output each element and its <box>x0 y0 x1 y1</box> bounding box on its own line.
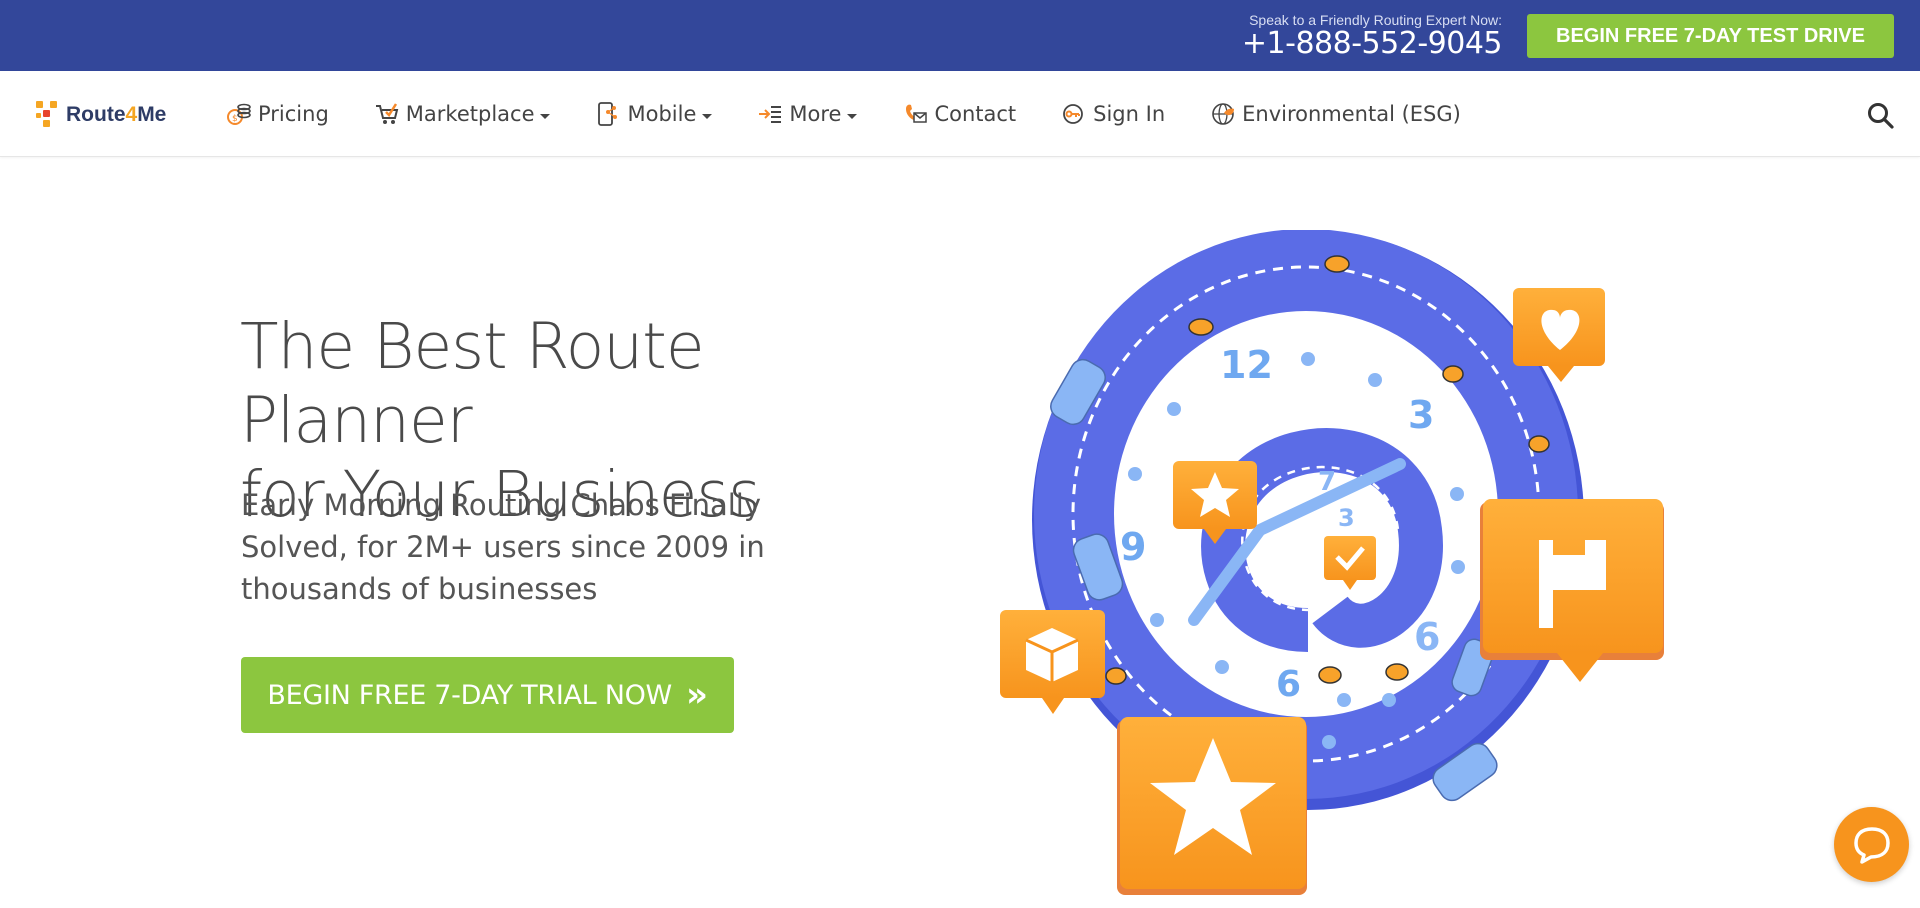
globe-icon <box>1209 100 1237 128</box>
chevron-down-icon <box>702 113 713 119</box>
cart-icon <box>373 100 401 128</box>
hero-illustration: 12 3 9 6 7 3 6 <box>990 229 1690 903</box>
nav-pricing[interactable]: $ Pricing <box>225 100 329 128</box>
phone-number[interactable]: +1-888-552-9045 <box>1242 26 1503 61</box>
key-icon <box>1060 100 1088 128</box>
nav-label: Contact <box>934 102 1017 126</box>
nav-marketplace[interactable]: Marketplace <box>373 100 551 128</box>
nav-label: Pricing <box>258 102 329 126</box>
nav-label: Environmental (ESG) <box>1242 102 1461 126</box>
svg-text:$: $ <box>232 114 238 124</box>
clock-number-6: 6 <box>1276 664 1301 705</box>
svg-text:6: 6 <box>1414 615 1440 659</box>
mobile-icon <box>594 100 622 128</box>
clock-number-9: 9 <box>1120 525 1146 569</box>
nav-environmental[interactable]: Environmental (ESG) <box>1209 100 1461 128</box>
chevron-down-icon <box>540 113 551 119</box>
logo-text: Route4Me <box>66 103 167 126</box>
begin-trial-label: BEGIN FREE 7-DAY TRIAL NOW <box>267 679 672 711</box>
nav-label: Marketplace <box>405 102 535 126</box>
logo-mark-icon <box>34 99 62 131</box>
hero-subtitle: Early Morning Routing Chaos Finally Solv… <box>241 488 765 606</box>
coins-icon: $ <box>225 100 253 128</box>
nav-label: More <box>789 102 842 126</box>
chevron-down-icon <box>847 113 858 119</box>
nav-more[interactable]: More <box>756 100 858 128</box>
phone-mail-icon <box>901 100 929 128</box>
nav-label: Sign In <box>1093 102 1166 126</box>
test-drive-button[interactable]: BEGIN FREE 7-DAY TEST DRIVE <box>1527 14 1894 58</box>
begin-trial-button[interactable]: BEGIN FREE 7-DAY TRIAL NOW » <box>241 657 734 733</box>
list-icon <box>756 100 784 128</box>
search-icon[interactable] <box>1866 101 1896 131</box>
logo[interactable]: Route4Me <box>34 99 166 131</box>
nav-label: Mobile <box>627 102 697 126</box>
main-nav: Route4Me $ Pricing Marketplace Mobile Mo… <box>0 71 1920 157</box>
chat-button[interactable] <box>1834 807 1909 882</box>
chat-bubble-icon <box>1853 826 1890 864</box>
top-bar: Speak to a Friendly Routing Expert Now: … <box>0 0 1920 71</box>
double-chevron-right-icon: » <box>685 675 708 715</box>
clock-number-3: 3 <box>1408 393 1434 437</box>
svg-text:3: 3 <box>1338 504 1355 532</box>
clock-number-12: 12 <box>1220 343 1273 387</box>
nav-contact[interactable]: Contact <box>901 100 1016 128</box>
nav-mobile[interactable]: Mobile <box>594 100 713 128</box>
nav-sign-in[interactable]: Sign In <box>1060 100 1165 128</box>
